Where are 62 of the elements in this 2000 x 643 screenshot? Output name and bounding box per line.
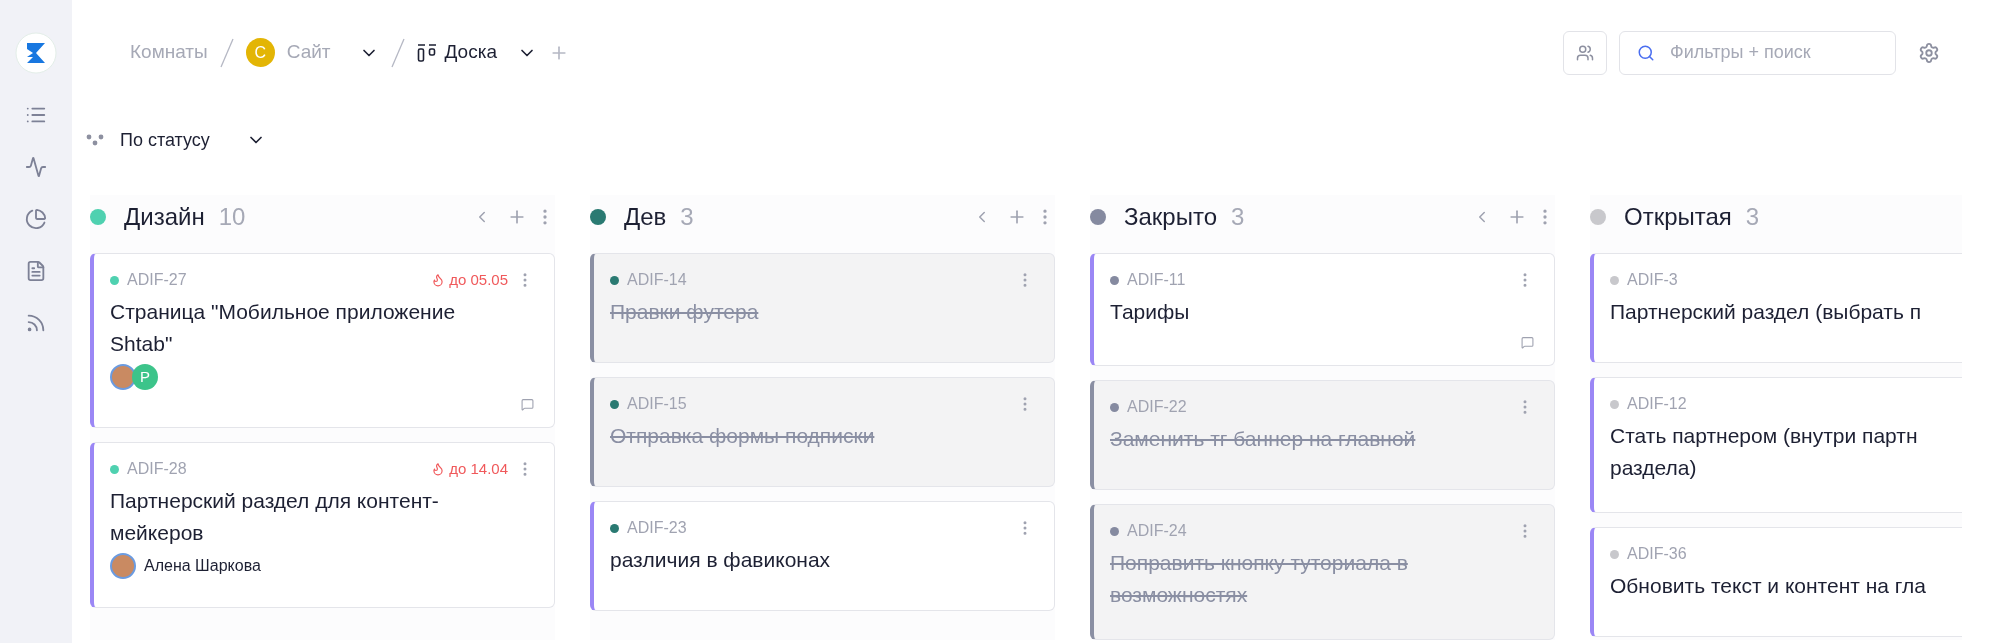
column-count: 3 (1745, 202, 1760, 232)
task-title: Партнерский раздел для контент-мейкеров (110, 488, 440, 546)
task-id: ADIF-27 (127, 270, 187, 290)
members-button[interactable] (1563, 30, 1607, 75)
task-id: ADIF-11 (1127, 270, 1186, 290)
flame-icon (431, 273, 446, 287)
task-id: ADIF-36 (1627, 544, 1687, 564)
task-id: ADIF-22 (1127, 397, 1187, 417)
task-card[interactable]: ADIF-23 различия в фавиконах (590, 501, 1055, 611)
project-avatar: С (245, 38, 275, 67)
due-date: до 14.04 (431, 457, 508, 481)
due-date: до 05.05 (431, 268, 508, 292)
task-card[interactable]: ADIF-28 до 14.04 Партнерский раздел для контент-мейкеров Алена Шаркова (90, 442, 555, 608)
group-icon (86, 134, 104, 146)
users-icon (1576, 43, 1594, 62)
column-title: Дев (624, 202, 667, 232)
task-title: Обновить текст и контент на гла (1610, 573, 1927, 599)
task-card[interactable]: ADIF-11 Тарифы (1090, 253, 1555, 366)
search-icon (1637, 43, 1655, 62)
task-title: Страница "Мобильное приложение Shtab" (110, 299, 457, 357)
task-card[interactable]: ADIF-36 Обновить текст и контент на гла (1590, 527, 1962, 637)
avatar: P (132, 364, 158, 390)
task-title: Поправить кнопку туториала в возможностях (1110, 550, 1409, 608)
task-id: ADIF-28 (127, 459, 187, 479)
flame-icon (431, 462, 446, 476)
column-title: Открытая (1624, 202, 1732, 232)
column-count: 3 (1231, 202, 1245, 232)
task-id: ADIF-23 (627, 518, 687, 538)
task-card[interactable]: ADIF-3 Партнерский раздел (выбрать п (1590, 253, 1962, 363)
column-title: Закрыто (1124, 202, 1217, 232)
feed-icon[interactable] (25, 312, 47, 334)
task-title: Правки футера (610, 299, 760, 325)
group-by-label[interactable]: По статусу (120, 126, 210, 154)
slash-separator-icon (219, 37, 234, 68)
settings-icon[interactable] (1918, 41, 1940, 64)
logo-icon (15, 32, 57, 74)
task-id: ADIF-15 (627, 394, 687, 414)
task-card[interactable]: ADIF-27 до 05.05 Страница "Мобильное приложение Shtab" P (90, 253, 555, 428)
breadcrumb-current[interactable]: Доска (444, 38, 497, 67)
task-title: Стать партнером (внутри партн раздела) (1610, 423, 1919, 481)
task-title: Заменить тг баннер на главной (1110, 426, 1417, 452)
task-id: ADIF-24 (1127, 521, 1187, 541)
task-title: различия в фавиконах (610, 547, 832, 573)
board-icon (416, 43, 437, 62)
task-id: ADIF-14 (627, 270, 687, 290)
assignee-name: Алена Шаркова (144, 556, 261, 576)
pie-chart-icon[interactable] (25, 208, 47, 230)
avatar-photo-placeholder (110, 364, 136, 390)
slash-separator-icon (390, 37, 405, 68)
task-title: Партнерский раздел (выбрать п (1610, 299, 1923, 325)
document-icon[interactable] (25, 260, 47, 282)
column-count: 10 (218, 202, 246, 232)
avatar-photo-placeholder (110, 553, 136, 579)
task-title: Отправка формы подписки (610, 423, 876, 449)
column-title: Дизайн (124, 202, 205, 232)
task-id: ADIF-3 (1627, 270, 1678, 290)
search-field[interactable]: Фильтры + поиск (1619, 30, 1896, 75)
task-id: ADIF-12 (1627, 394, 1687, 414)
column-count: 3 (680, 202, 694, 232)
task-title: Тарифы (1110, 299, 1191, 325)
task-card[interactable]: ADIF-12 Стать партнером (внутри партн раздела) (1590, 377, 1962, 513)
activity-icon[interactable] (25, 156, 47, 178)
